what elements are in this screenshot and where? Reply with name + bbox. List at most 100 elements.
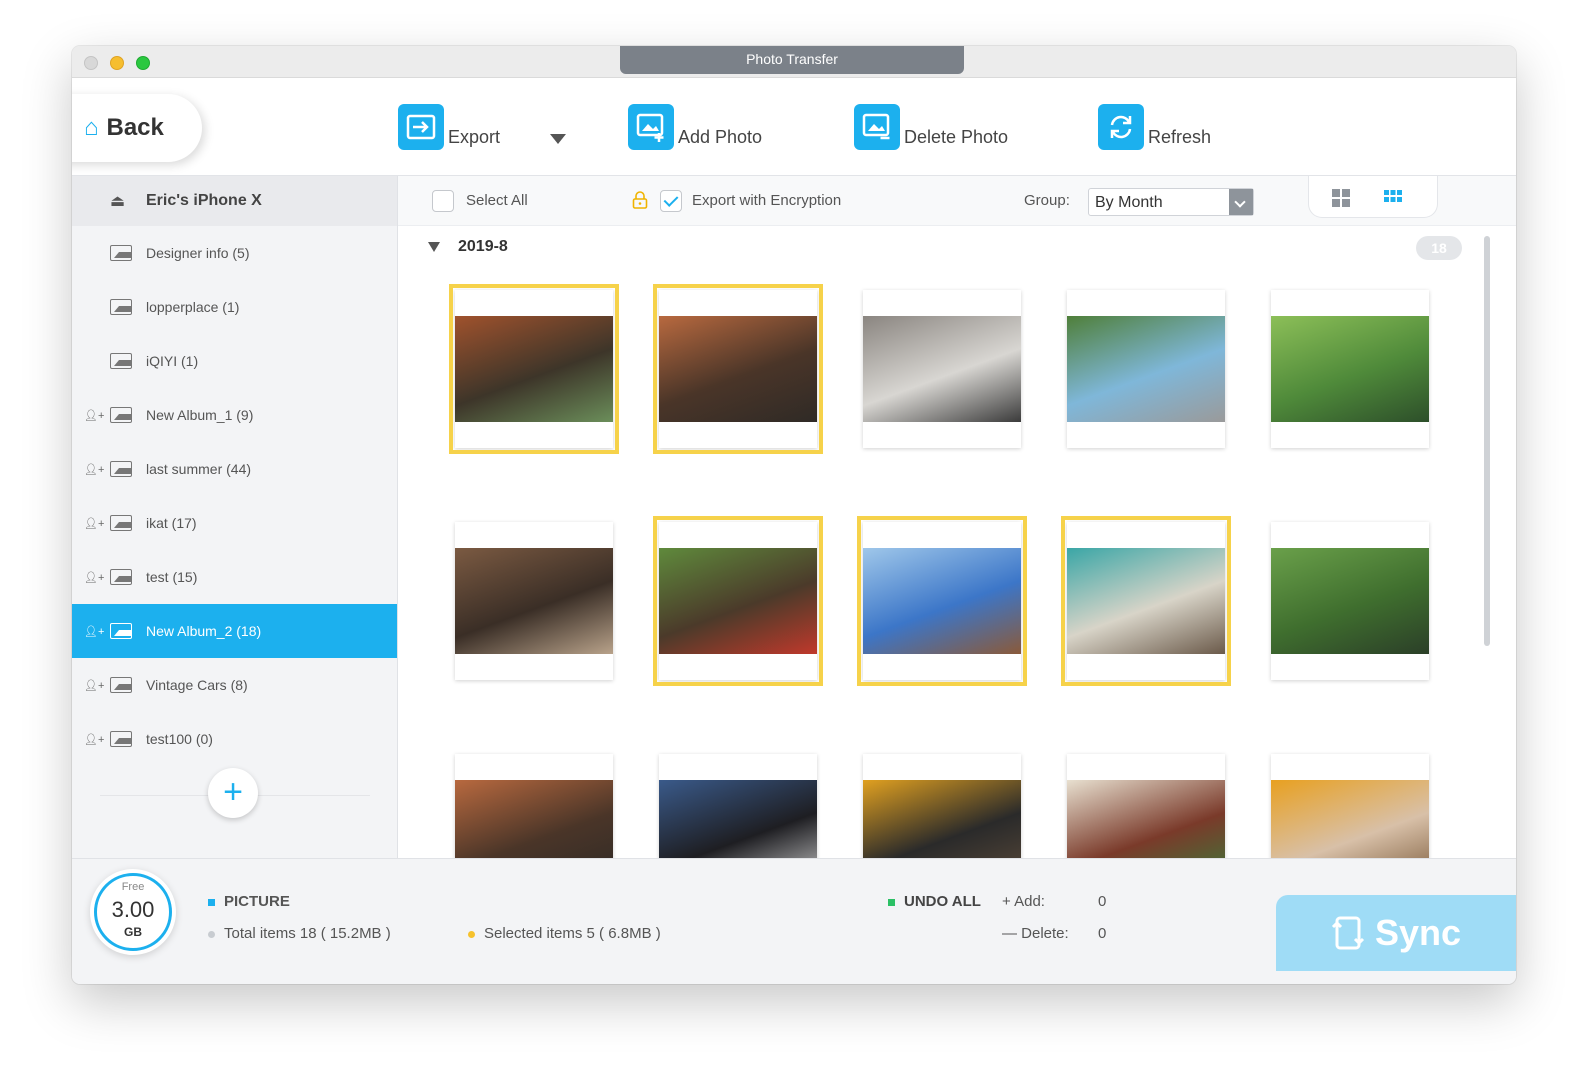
photo-image — [659, 780, 817, 858]
export-label: Export — [448, 127, 501, 147]
photo-thumbnail[interactable] — [455, 754, 613, 858]
photo-image — [659, 548, 817, 654]
window-title: Photo Transfer — [620, 46, 964, 74]
home-icon: ⌂ — [84, 114, 99, 141]
sidebar-album-item[interactable]: 👤︎+ test100 (0) — [72, 712, 397, 766]
group-select[interactable]: By Month — [1088, 188, 1254, 216]
photo-thumbnail[interactable] — [863, 754, 1021, 858]
album-label: iQIYI (1) — [146, 353, 199, 369]
photo-thumbnail[interactable] — [1067, 290, 1225, 448]
month-section-header[interactable]: 2019-8 — [428, 238, 508, 256]
eject-icon[interactable]: ⏏ — [110, 191, 146, 211]
select-all-checkbox[interactable] — [432, 190, 454, 212]
album-label: lopperplace (1) — [146, 299, 240, 315]
album-label: New Album_2 (18) — [146, 623, 262, 639]
photo-content: Select All Export with Encryption Group:… — [398, 176, 1516, 858]
photo-thumbnail[interactable] — [1067, 754, 1225, 858]
photo-image — [455, 316, 613, 422]
photo-thumbnail[interactable] — [1271, 754, 1429, 858]
sidebar-album-item[interactable]: iQIYI (1) — [72, 334, 397, 388]
sidebar-album-item[interactable]: 👤︎+ New Album_2 (18) — [72, 604, 397, 658]
add-album-button[interactable]: + — [208, 768, 258, 818]
small-grid-icon[interactable] — [1383, 188, 1403, 208]
album-icon — [110, 731, 132, 747]
photo-thumbnail[interactable] — [653, 516, 823, 686]
large-grid-icon[interactable] — [1331, 188, 1351, 208]
export-dropdown-icon[interactable] — [550, 134, 566, 144]
sidebar-album-item[interactable]: 👤︎+ New Album_1 (9) — [72, 388, 397, 442]
photo-thumbnail[interactable] — [449, 284, 619, 454]
sidebar-album-item[interactable]: 👤︎+ last summer (44) — [72, 442, 397, 496]
add-photo-icon — [628, 104, 674, 150]
selected-items: Selected items 5 ( 6.8MB ) — [468, 925, 661, 942]
device-row[interactable]: ⏏ Eric's iPhone X — [72, 176, 397, 226]
plus-icon: + — [223, 773, 243, 811]
selected-items-text: Selected items 5 ( 6.8MB ) — [484, 925, 661, 942]
shared-user-icon: 👤︎+ — [84, 733, 105, 746]
export-encryption-checkbox[interactable] — [660, 190, 682, 212]
close-window-button[interactable] — [84, 56, 98, 70]
sync-label: Sync — [1374, 912, 1462, 953]
back-button[interactable]: ⌂ Back — [72, 94, 202, 162]
collapse-triangle-icon[interactable] — [428, 242, 440, 252]
refresh-icon — [1098, 104, 1144, 150]
album-label: Vintage Cars (8) — [146, 677, 248, 693]
undo-all-button[interactable]: UNDO ALL — [888, 893, 981, 910]
add-photo-button[interactable]: Add Photo — [628, 104, 762, 150]
photo-image — [659, 316, 817, 422]
photo-thumbnail[interactable] — [653, 284, 823, 454]
app-window: Photo Transfer ⌂ Back Export Add Photo D… — [72, 46, 1516, 984]
photo-thumbnail[interactable] — [1271, 522, 1429, 680]
chevron-down-icon — [1229, 189, 1253, 215]
photo-image — [1067, 316, 1225, 422]
sidebar-album-item[interactable]: 👤︎+ ikat (17) — [72, 496, 397, 550]
refresh-label: Refresh — [1148, 127, 1212, 147]
photo-image — [1067, 780, 1225, 858]
minimize-window-button[interactable] — [110, 56, 124, 70]
photo-image — [1271, 316, 1429, 422]
photo-image — [455, 780, 613, 858]
undo-dot — [888, 898, 895, 906]
album-icon — [110, 623, 132, 639]
photo-thumbnail[interactable] — [857, 516, 1027, 686]
photo-thumbnail[interactable] — [1271, 290, 1429, 448]
delete-count-value: 0 — [1098, 925, 1107, 942]
photo-thumbnail[interactable] — [659, 754, 817, 858]
back-label: Back — [106, 114, 164, 141]
shared-user-icon: 👤︎+ — [84, 679, 105, 692]
sidebar-album-item[interactable]: 👤︎+ test (15) — [72, 550, 397, 604]
shared-user-icon: 👤︎+ — [84, 463, 105, 476]
undo-all-text: UNDO ALL — [904, 893, 981, 910]
delete-photo-button[interactable]: Delete Photo — [854, 104, 1008, 150]
delete-photo-icon — [854, 104, 900, 150]
sidebar-album-item[interactable]: lopperplace (1) — [72, 280, 397, 334]
photo-image — [1271, 780, 1429, 858]
sidebar-album-item[interactable]: Designer info (5) — [72, 226, 397, 280]
storage-gauge: Free 3.00 GB — [90, 869, 176, 955]
delete-count-label: — Delete: — [1002, 925, 1069, 942]
view-mode-tabs — [1308, 176, 1438, 218]
album-label: New Album_1 (9) — [146, 407, 254, 423]
sidebar-album-item[interactable]: 👤︎+ Vintage Cars (8) — [72, 658, 397, 712]
photo-thumbnail[interactable] — [1061, 516, 1231, 686]
shared-user-icon: 👤︎+ — [84, 409, 105, 422]
toolbar: ⌂ Back Export Add Photo Delete Photo Ref… — [72, 78, 1516, 176]
album-label: last summer (44) — [146, 461, 252, 477]
album-label: Designer info (5) — [146, 245, 250, 261]
photo-image — [863, 780, 1021, 858]
sync-button[interactable]: Sync — [1276, 895, 1516, 971]
total-items: Total items 18 ( 15.2MB ) — [208, 925, 391, 942]
month-section-label: 2019-8 — [458, 238, 508, 255]
select-all-label: Select All — [466, 192, 528, 209]
photo-thumbnail[interactable] — [455, 522, 613, 680]
scrollbar[interactable] — [1484, 236, 1490, 646]
refresh-button[interactable]: Refresh — [1098, 104, 1211, 150]
lock-icon — [632, 191, 648, 209]
photo-thumbnail[interactable] — [863, 290, 1021, 448]
export-button[interactable]: Export — [398, 104, 500, 150]
delete-photo-label: Delete Photo — [904, 127, 1009, 147]
title-bar: Photo Transfer — [72, 46, 1516, 78]
photo-image — [863, 316, 1021, 422]
category-label: PICTURE — [208, 893, 290, 910]
maximize-window-button[interactable] — [136, 56, 150, 70]
